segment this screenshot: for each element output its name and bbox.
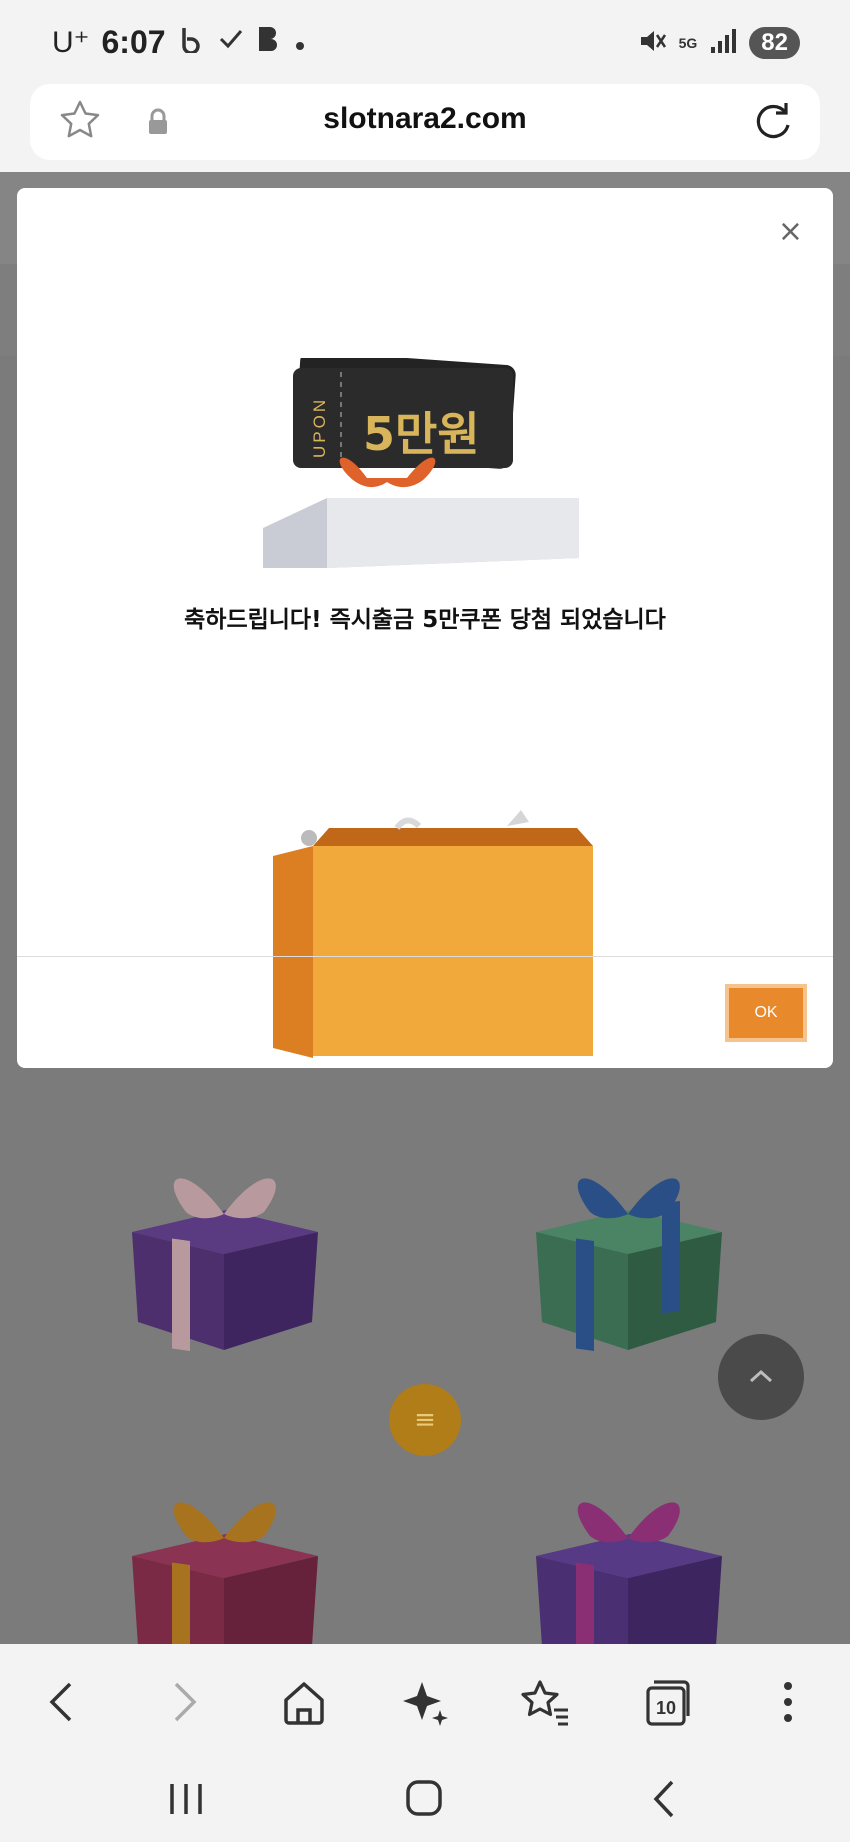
status-bar: U⁺ 6:07 5G 82 [0,0,850,80]
purple-gift-box[interactable] [126,1162,322,1356]
more-menu-button[interactable] [760,1674,816,1730]
green-gift-box[interactable] [530,1162,726,1356]
scroll-top-button[interactable] [718,1334,804,1420]
svg-text:10: 10 [656,1698,676,1718]
menu-fab-button[interactable]: ≡ [389,1384,461,1456]
clock: 6:07 [101,24,166,60]
carrier-label: U⁺ [52,26,90,59]
battery-indicator: 82 [749,27,800,59]
status-left: U⁺ 6:07 [52,24,306,61]
browser-toolbar: 10 [0,1644,850,1754]
system-navigation [0,1754,850,1842]
coupon-amount-text: 5만원 [363,407,480,461]
modal-divider [17,956,833,957]
coupon-ticket-icon: UPON 5만원 [293,358,516,469]
congrats-message: 축하드립니다! 즉시출금 5만쿠폰 당첨 되었습니다 [184,607,666,633]
tabs-button[interactable]: 10 [638,1674,694,1730]
address-bar[interactable]: slotnara2.com [30,84,820,160]
home-button[interactable] [276,1674,332,1730]
ok-button[interactable]: OK [725,984,807,1042]
back-button[interactable] [34,1674,90,1730]
reload-icon[interactable] [752,100,794,146]
coupon-modal: × UPON 5만원 축하드립니다! 즉시출금 5만쿠폰 당첨 되었습니다 OK [17,188,833,1068]
red-gift-box[interactable] [126,1486,322,1644]
signal-icon [709,27,737,59]
forward-button[interactable] [156,1674,212,1730]
dot-icon [294,26,306,59]
bookmarks-button[interactable] [516,1674,572,1730]
app-b-icon [178,25,206,60]
network-5g-icon: 5G [679,36,698,50]
app-bold-b-icon [256,25,282,60]
recent-apps-button[interactable] [156,1774,216,1824]
gift-illustration: UPON 5만원 [263,358,593,1058]
close-button[interactable]: × [778,214,803,249]
back-system-button[interactable] [634,1774,694,1824]
ai-sparkle-button[interactable] [396,1674,452,1730]
network-label: 5G [678,35,698,51]
status-right: 5G 82 [637,26,800,60]
url-text[interactable]: slotnara2.com [30,102,820,136]
violet-gift-box[interactable] [530,1486,726,1644]
check-icon [218,26,244,59]
mute-icon [637,26,667,60]
coupon-brand-text: UPON [310,397,329,458]
home-system-button[interactable] [394,1774,454,1824]
